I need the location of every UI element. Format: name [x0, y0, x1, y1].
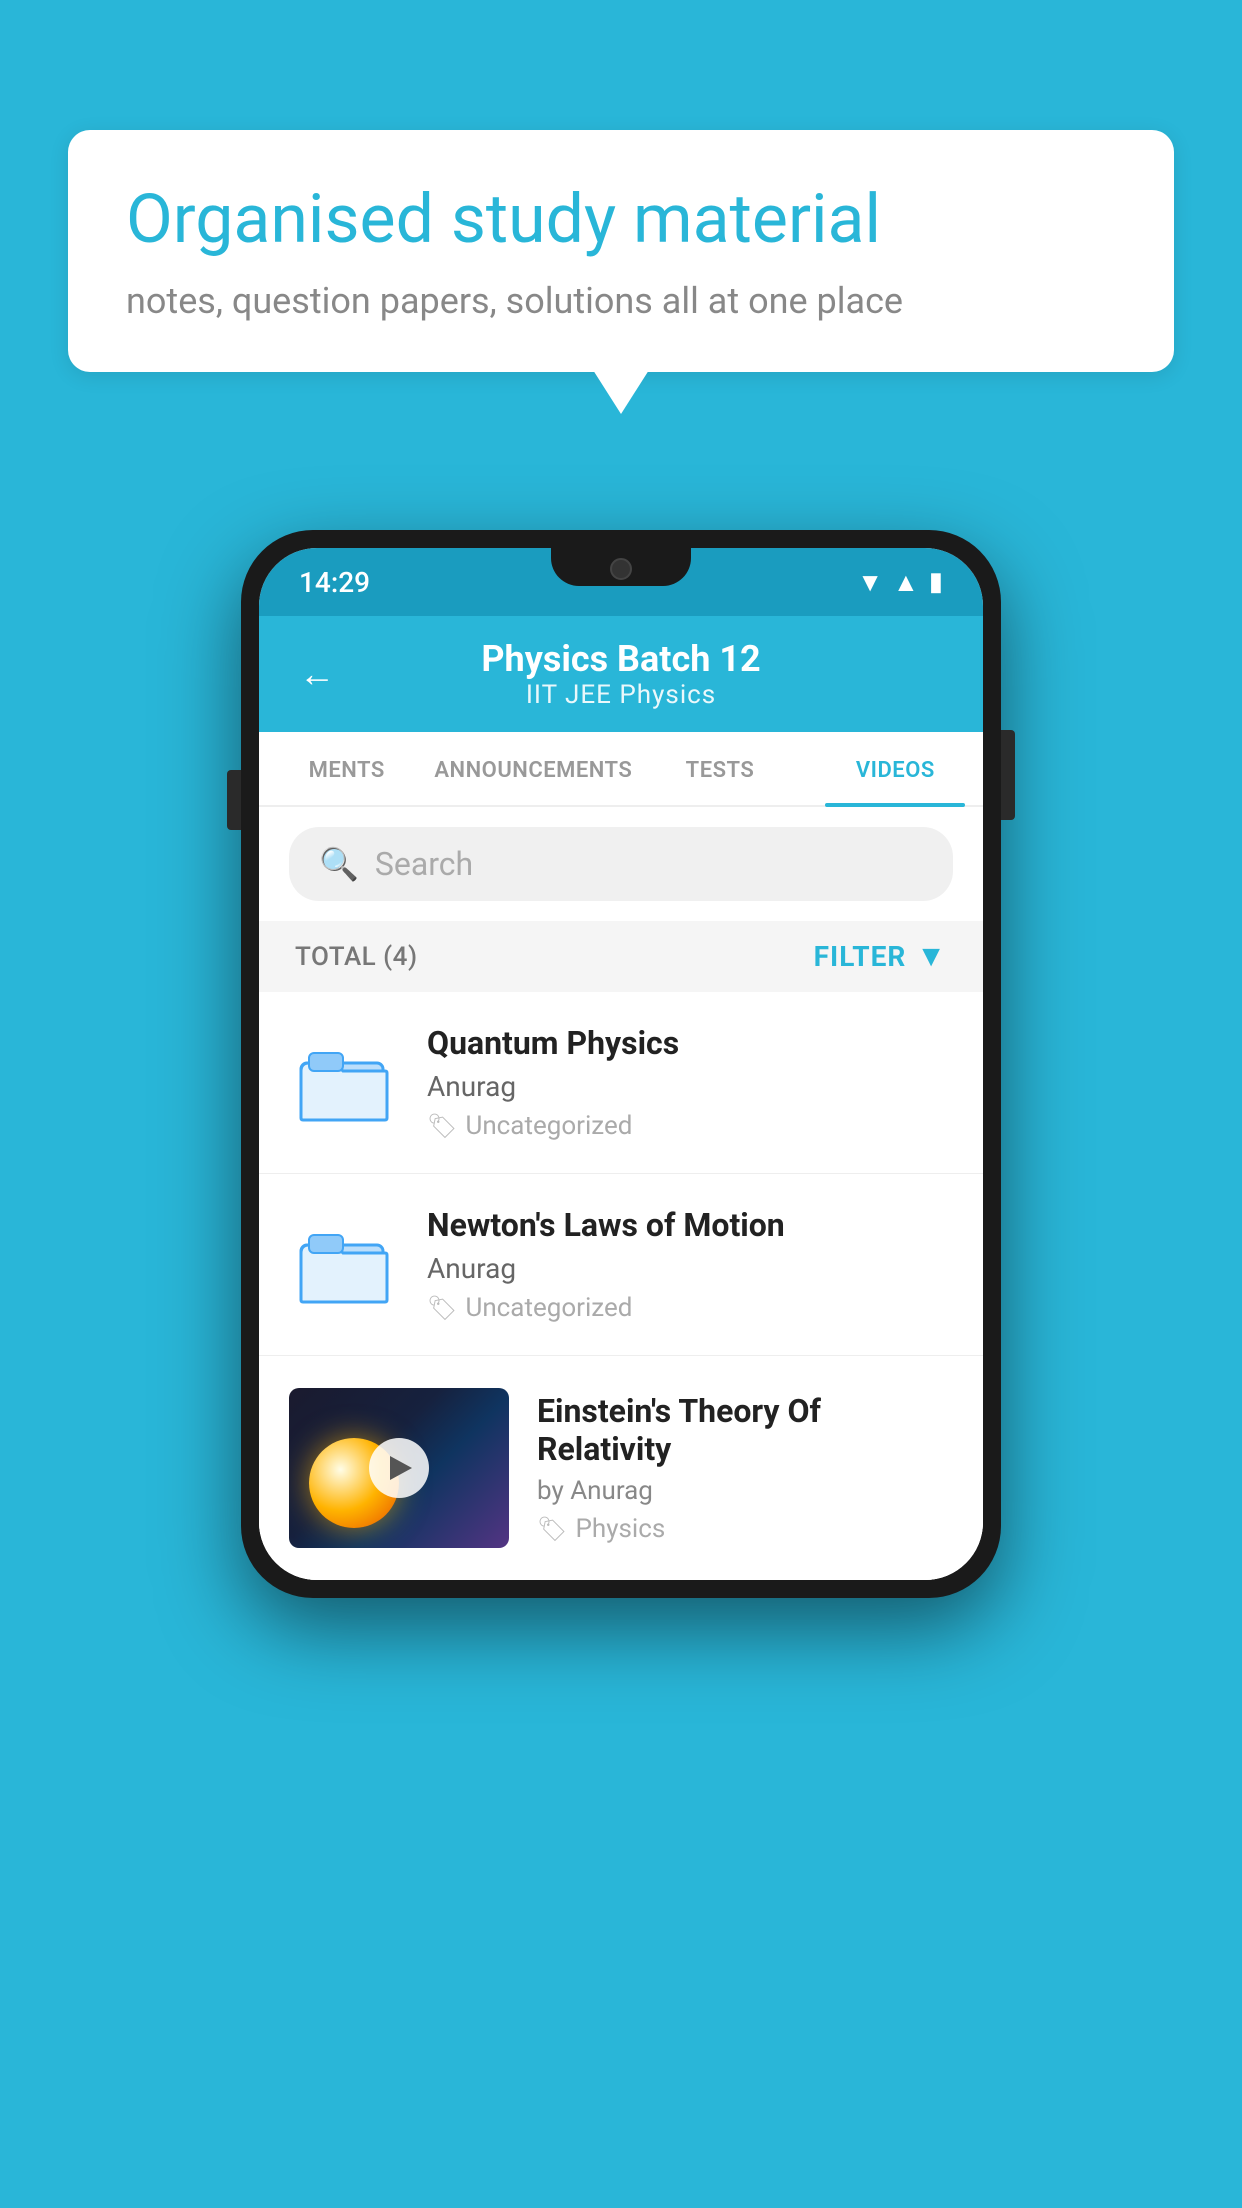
- folder-icon: [299, 1043, 389, 1123]
- list-item[interactable]: Einstein's Theory Of Relativity by Anura…: [259, 1356, 983, 1580]
- folder-thumbnail: [289, 1220, 399, 1310]
- status-icons: ▼ ▲ ▮: [857, 567, 943, 598]
- tab-announcements[interactable]: ANNOUNCEMENTS: [434, 732, 632, 805]
- bubble-subtitle: notes, question papers, solutions all at…: [126, 280, 1116, 322]
- video-info: Quantum Physics Anurag 🏷 Uncategorized: [427, 1024, 953, 1141]
- video-author: Anurag: [427, 1252, 953, 1285]
- header-subtitle: IIT JEE Physics: [355, 680, 887, 710]
- tag-icon: 🏷: [427, 1112, 457, 1140]
- tabs-bar: MENTS ANNOUNCEMENTS TESTS VIDEOS: [259, 732, 983, 807]
- folder-thumbnail: [289, 1038, 399, 1128]
- tab-ments[interactable]: MENTS: [259, 732, 434, 805]
- video-author: by Anurag: [537, 1476, 953, 1506]
- camera-notch: [610, 558, 632, 580]
- play-icon: [390, 1456, 412, 1480]
- battery-icon: ▮: [929, 567, 943, 597]
- video-title: Einstein's Theory Of Relativity: [537, 1392, 953, 1468]
- tag-icon: 🏷: [427, 1294, 457, 1322]
- tab-videos[interactable]: VIDEOS: [808, 732, 983, 805]
- header-title: Physics Batch 12: [355, 638, 887, 680]
- phone-inner: 14:29 ▼ ▲ ▮ ← Physics Batch 12 IIT JEE P…: [259, 548, 983, 1580]
- speech-bubble-container: Organised study material notes, question…: [68, 130, 1174, 372]
- filter-icon: ▼: [916, 939, 947, 974]
- filter-button[interactable]: FILTER ▼: [814, 939, 947, 974]
- back-button[interactable]: ←: [299, 653, 335, 695]
- search-bar[interactable]: 🔍 Search: [289, 827, 953, 901]
- video-title: Newton's Laws of Motion: [427, 1206, 953, 1244]
- video-info: Einstein's Theory Of Relativity by Anura…: [537, 1388, 953, 1544]
- search-container: 🔍 Search: [259, 807, 983, 921]
- folder-icon: [299, 1225, 389, 1305]
- tag-icon: 🏷: [537, 1515, 567, 1543]
- video-thumbnail: [289, 1388, 509, 1548]
- notch: [551, 548, 691, 586]
- status-time: 14:29: [299, 566, 370, 599]
- video-author: Anurag: [427, 1070, 953, 1103]
- filter-row: TOTAL (4) FILTER ▼: [259, 921, 983, 992]
- header-title-block: Physics Batch 12 IIT JEE Physics: [355, 638, 887, 710]
- signal-icon: ▲: [893, 567, 919, 598]
- video-tag: 🏷 Physics: [537, 1514, 953, 1544]
- play-button[interactable]: [369, 1438, 429, 1498]
- video-tag: 🏷 Uncategorized: [427, 1111, 953, 1141]
- filter-label: FILTER: [814, 940, 907, 973]
- video-tag: 🏷 Uncategorized: [427, 1293, 953, 1323]
- app-header: ← Physics Batch 12 IIT JEE Physics: [259, 616, 983, 732]
- tab-tests[interactable]: TESTS: [632, 732, 807, 805]
- total-count: TOTAL (4): [295, 942, 418, 972]
- list-item[interactable]: Quantum Physics Anurag 🏷 Uncategorized: [259, 992, 983, 1174]
- video-list: Quantum Physics Anurag 🏷 Uncategorized: [259, 992, 983, 1580]
- video-title: Quantum Physics: [427, 1024, 953, 1062]
- phone-outer: 14:29 ▼ ▲ ▮ ← Physics Batch 12 IIT JEE P…: [241, 530, 1001, 1598]
- bubble-title: Organised study material: [126, 180, 1116, 258]
- search-icon: 🔍: [319, 845, 359, 883]
- wifi-icon: ▼: [857, 567, 883, 598]
- list-item[interactable]: Newton's Laws of Motion Anurag 🏷 Uncateg…: [259, 1174, 983, 1356]
- phone-mockup: 14:29 ▼ ▲ ▮ ← Physics Batch 12 IIT JEE P…: [241, 530, 1001, 1598]
- video-info: Newton's Laws of Motion Anurag 🏷 Uncateg…: [427, 1206, 953, 1323]
- status-bar: 14:29 ▼ ▲ ▮: [259, 548, 983, 616]
- speech-bubble: Organised study material notes, question…: [68, 130, 1174, 372]
- search-input[interactable]: Search: [375, 845, 473, 883]
